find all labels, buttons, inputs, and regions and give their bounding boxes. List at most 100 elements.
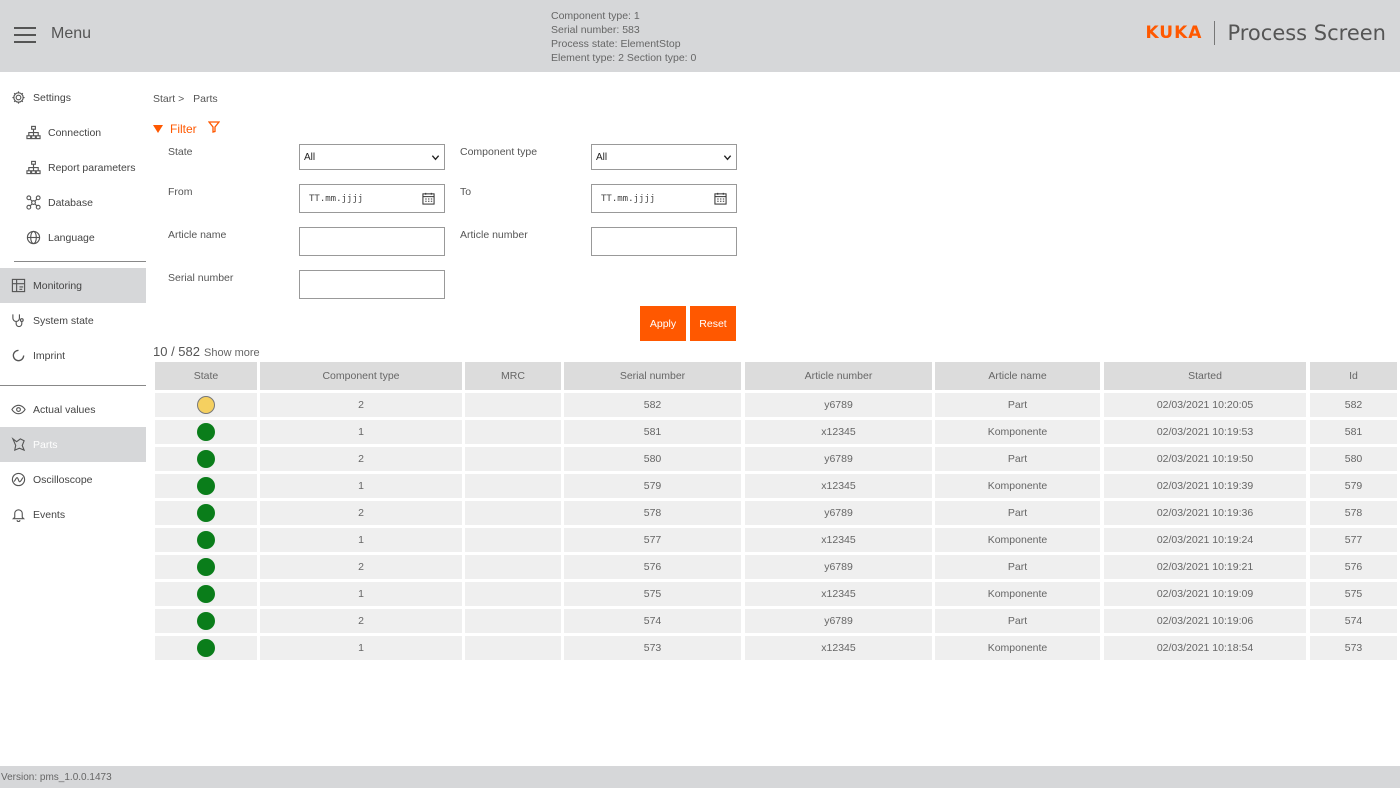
brand-divider bbox=[1214, 21, 1216, 45]
show-more-link[interactable]: Show more bbox=[204, 347, 260, 359]
table-cell-component-type: 1 bbox=[260, 636, 462, 660]
table-cell-article-name: Part bbox=[935, 447, 1100, 471]
article-number-label: Article number bbox=[460, 229, 528, 241]
table-cell-state bbox=[155, 447, 257, 471]
header-mrc[interactable]: MRC bbox=[465, 362, 561, 390]
table-cell-serial: 578 bbox=[564, 501, 741, 525]
table-cell-started: 02/03/2021 10:20:05 bbox=[1104, 393, 1306, 417]
from-label: From bbox=[168, 186, 193, 198]
table-cell-state bbox=[155, 501, 257, 525]
table-cell-article-number: y6789 bbox=[745, 447, 932, 471]
sidebar-item-database[interactable]: Database bbox=[0, 185, 146, 220]
table-cell-article-name: Komponente bbox=[935, 528, 1100, 552]
table-cell-started: 02/03/2021 10:19:09 bbox=[1104, 582, 1306, 606]
database-nodes-icon bbox=[25, 195, 41, 211]
to-label: To bbox=[460, 186, 472, 198]
to-date-placeholder: TT.mm.jjjj bbox=[601, 193, 656, 204]
app-title: Process Screen bbox=[1227, 21, 1386, 45]
component-type-select[interactable]: All bbox=[591, 144, 737, 170]
table-cell-serial: 575 bbox=[564, 582, 741, 606]
table-cell-mrc bbox=[465, 474, 561, 498]
sidebar-item-imprint[interactable]: Imprint bbox=[0, 338, 146, 373]
table-cell-mrc bbox=[465, 555, 561, 579]
table-cell-article-number: x12345 bbox=[745, 582, 932, 606]
table-cell-state bbox=[155, 609, 257, 633]
sidebar-item-label: Oscilloscope bbox=[33, 473, 93, 486]
table-cell-article-number: x12345 bbox=[745, 636, 932, 660]
header-id[interactable]: Id bbox=[1310, 362, 1397, 390]
header-article-name[interactable]: Article name bbox=[935, 362, 1100, 390]
state-select[interactable]: All bbox=[299, 144, 445, 170]
table-cell-serial: 582 bbox=[564, 393, 741, 417]
bell-icon bbox=[10, 507, 26, 523]
component-type-label: Component type bbox=[460, 146, 538, 158]
funnel-icon[interactable] bbox=[208, 121, 220, 133]
table-cell-id: 577 bbox=[1310, 528, 1397, 552]
sidebar-item-report-parameters[interactable]: Report parameters bbox=[0, 150, 146, 185]
breadcrumb-current: Parts bbox=[193, 93, 218, 105]
table-cell-article-number: y6789 bbox=[745, 501, 932, 525]
to-date-input[interactable]: TT.mm.jjjj bbox=[591, 184, 737, 213]
sidebar-item-actual-values[interactable]: Actual values bbox=[0, 392, 146, 427]
breadcrumb-start[interactable]: Start > bbox=[153, 93, 184, 105]
status-line-element-type: Element type: 2 Section type: 0 bbox=[551, 52, 697, 64]
serial-number-input[interactable] bbox=[299, 270, 445, 299]
table-cell-article-number: x12345 bbox=[745, 474, 932, 498]
table-cell-serial: 574 bbox=[564, 609, 741, 633]
from-date-input[interactable]: TT.mm.jjjj bbox=[299, 184, 445, 213]
table-cell-mrc bbox=[465, 528, 561, 552]
table-cell-serial: 573 bbox=[564, 636, 741, 660]
sidebar-item-settings[interactable]: Settings bbox=[0, 80, 146, 115]
article-number-input[interactable] bbox=[591, 227, 737, 256]
apply-button[interactable]: Apply bbox=[640, 306, 686, 341]
sidebar-item-label: Events bbox=[33, 508, 66, 521]
version-label: Version: pms_1.0.0.1473 bbox=[1, 771, 112, 783]
table-cell-id: 581 bbox=[1310, 420, 1397, 444]
table-cell-state bbox=[155, 528, 257, 552]
header-started[interactable]: Started bbox=[1104, 362, 1306, 390]
sidebar-item-label: Report parameters bbox=[48, 161, 136, 174]
sidebar-item-label: Monitoring bbox=[33, 279, 83, 292]
sidebar-item-events[interactable]: Events bbox=[0, 497, 146, 532]
sidebar-item-connection[interactable]: Connection bbox=[0, 115, 146, 150]
status-indicator bbox=[197, 639, 215, 657]
table-cell-component-type: 1 bbox=[260, 420, 462, 444]
table-cell-id: 573 bbox=[1310, 636, 1397, 660]
table-cell-state bbox=[155, 636, 257, 660]
article-name-label: Article name bbox=[168, 229, 227, 241]
calendar-icon[interactable] bbox=[422, 192, 435, 205]
table-cell-component-type: 1 bbox=[260, 474, 462, 498]
hamburger-menu-icon[interactable] bbox=[14, 24, 38, 46]
table-cell-article-name: Part bbox=[935, 501, 1100, 525]
from-date-placeholder: TT.mm.jjjj bbox=[309, 193, 364, 204]
status-indicator bbox=[197, 396, 215, 414]
header-component-type[interactable]: Component type bbox=[260, 362, 462, 390]
chevron-down-icon bbox=[431, 155, 440, 161]
reset-button[interactable]: Reset bbox=[690, 306, 736, 341]
sidebar-item-oscilloscope[interactable]: Oscilloscope bbox=[0, 462, 146, 497]
gear-icon bbox=[10, 90, 26, 106]
table-cell-id: 579 bbox=[1310, 474, 1397, 498]
network-icon bbox=[25, 160, 41, 176]
calendar-icon[interactable] bbox=[714, 192, 727, 205]
menu-label[interactable]: Menu bbox=[51, 25, 91, 43]
sidebar-item-label: Actual values bbox=[33, 403, 96, 416]
filter-toggle[interactable]: Filter bbox=[153, 122, 197, 136]
header-state[interactable]: State bbox=[155, 362, 257, 390]
article-name-input[interactable] bbox=[299, 227, 445, 256]
sidebar-divider bbox=[14, 261, 146, 262]
table-cell-state bbox=[155, 420, 257, 444]
sidebar-item-label: Language bbox=[48, 231, 95, 244]
sidebar-item-system-state[interactable]: System state bbox=[0, 303, 146, 338]
result-count: 10 / 582 Show more bbox=[153, 344, 260, 359]
kuka-logo: KUKA bbox=[1145, 23, 1203, 43]
status-indicator bbox=[197, 585, 215, 603]
sidebar-item-language[interactable]: Language bbox=[0, 220, 146, 255]
header-serial-number[interactable]: Serial number bbox=[564, 362, 741, 390]
process-status-block: Component type: 1 Serial number: 583 Pro… bbox=[551, 9, 696, 65]
sidebar-item-monitoring[interactable]: Monitoring bbox=[0, 268, 146, 303]
table-cell-started: 02/03/2021 10:19:21 bbox=[1104, 555, 1306, 579]
sidebar-item-parts[interactable]: Parts bbox=[0, 427, 146, 462]
table-cell-id: 578 bbox=[1310, 501, 1397, 525]
header-article-number[interactable]: Article number bbox=[745, 362, 932, 390]
